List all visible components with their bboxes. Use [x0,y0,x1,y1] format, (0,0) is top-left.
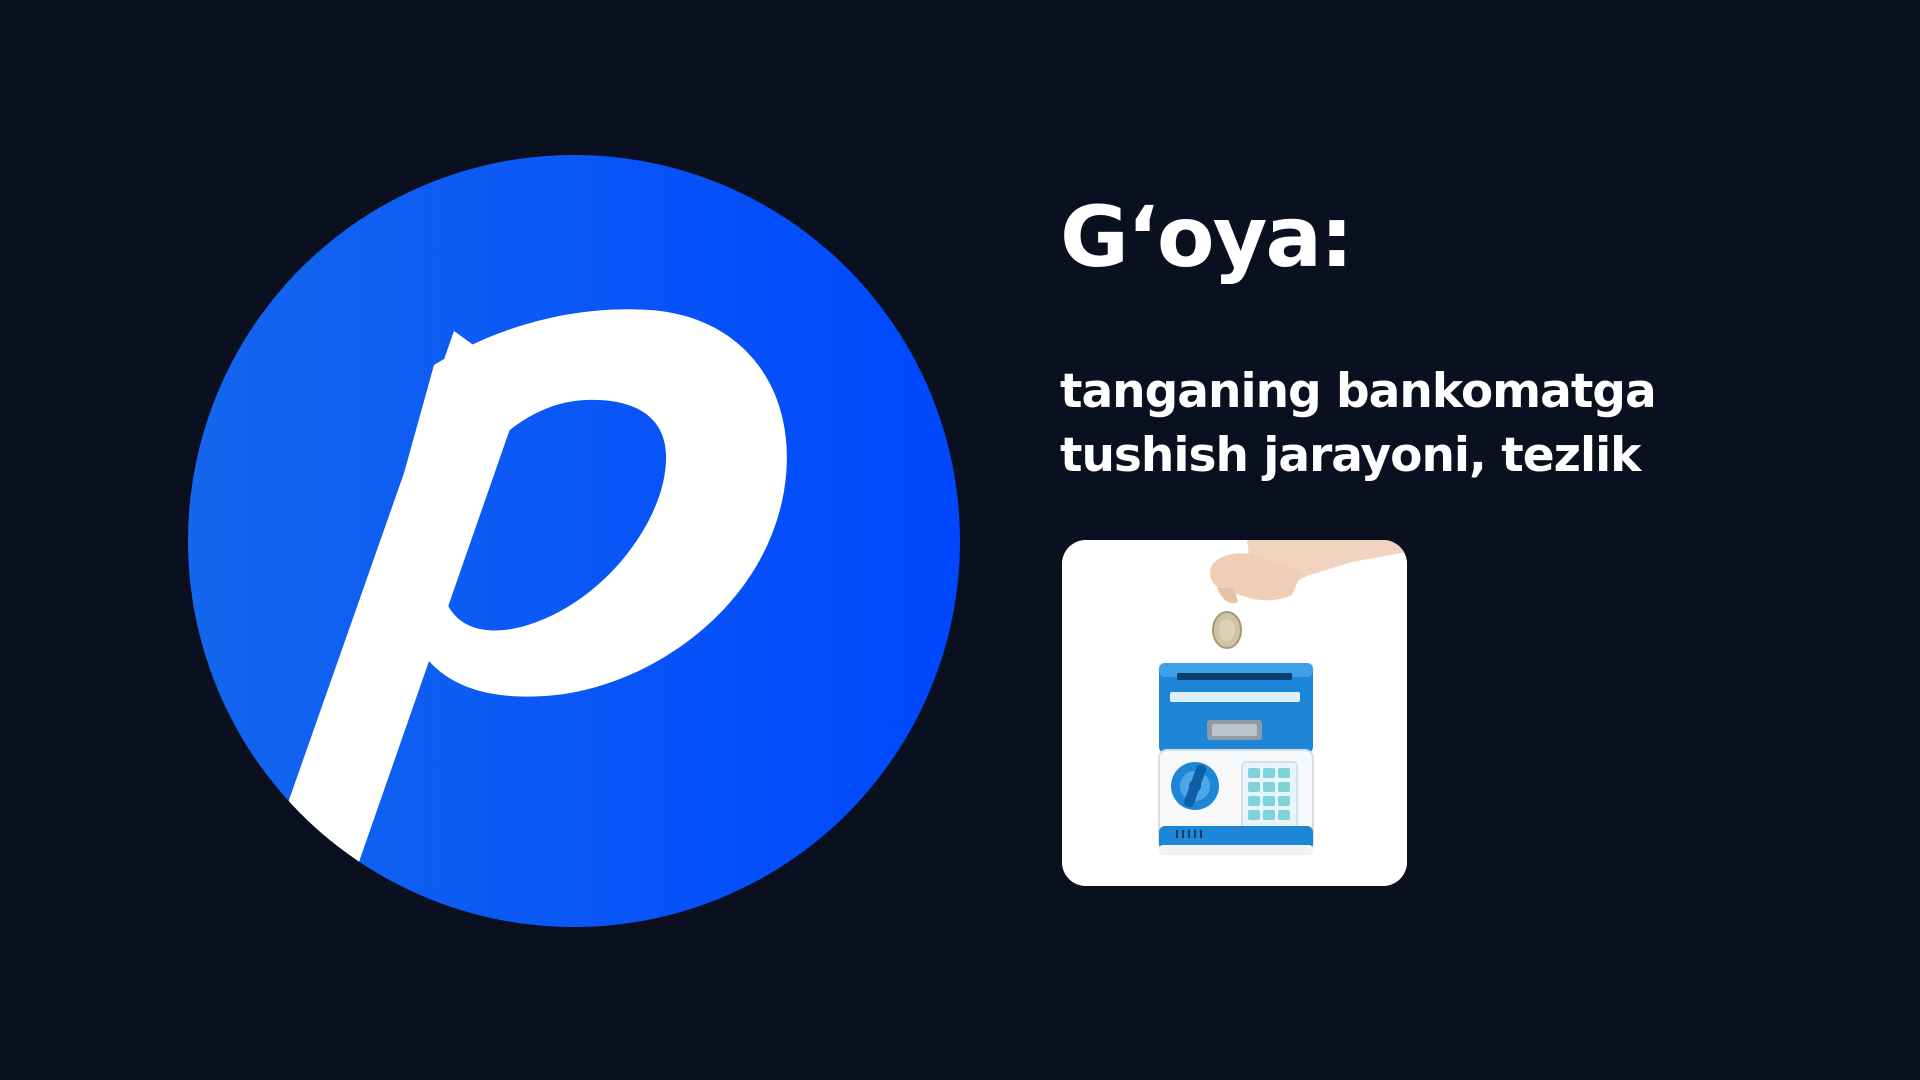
description-line-1: tanganing bankomatga [1060,364,1657,419]
slide: G‘oya: tanganing bankomatga tushish jara… [0,0,1920,1080]
coin-bank-photo [1062,540,1407,886]
brand-logo-icon [188,155,960,927]
slide-title: G‘oya: [1060,188,1354,286]
brand-logo-svg [188,155,960,927]
coin-bank-atm-icon [1062,540,1407,886]
description-line-2: tushish jarayoni, tezlik [1060,428,1641,483]
slide-description: tanganing bankomatga tushish jarayoni, t… [1060,360,1657,488]
